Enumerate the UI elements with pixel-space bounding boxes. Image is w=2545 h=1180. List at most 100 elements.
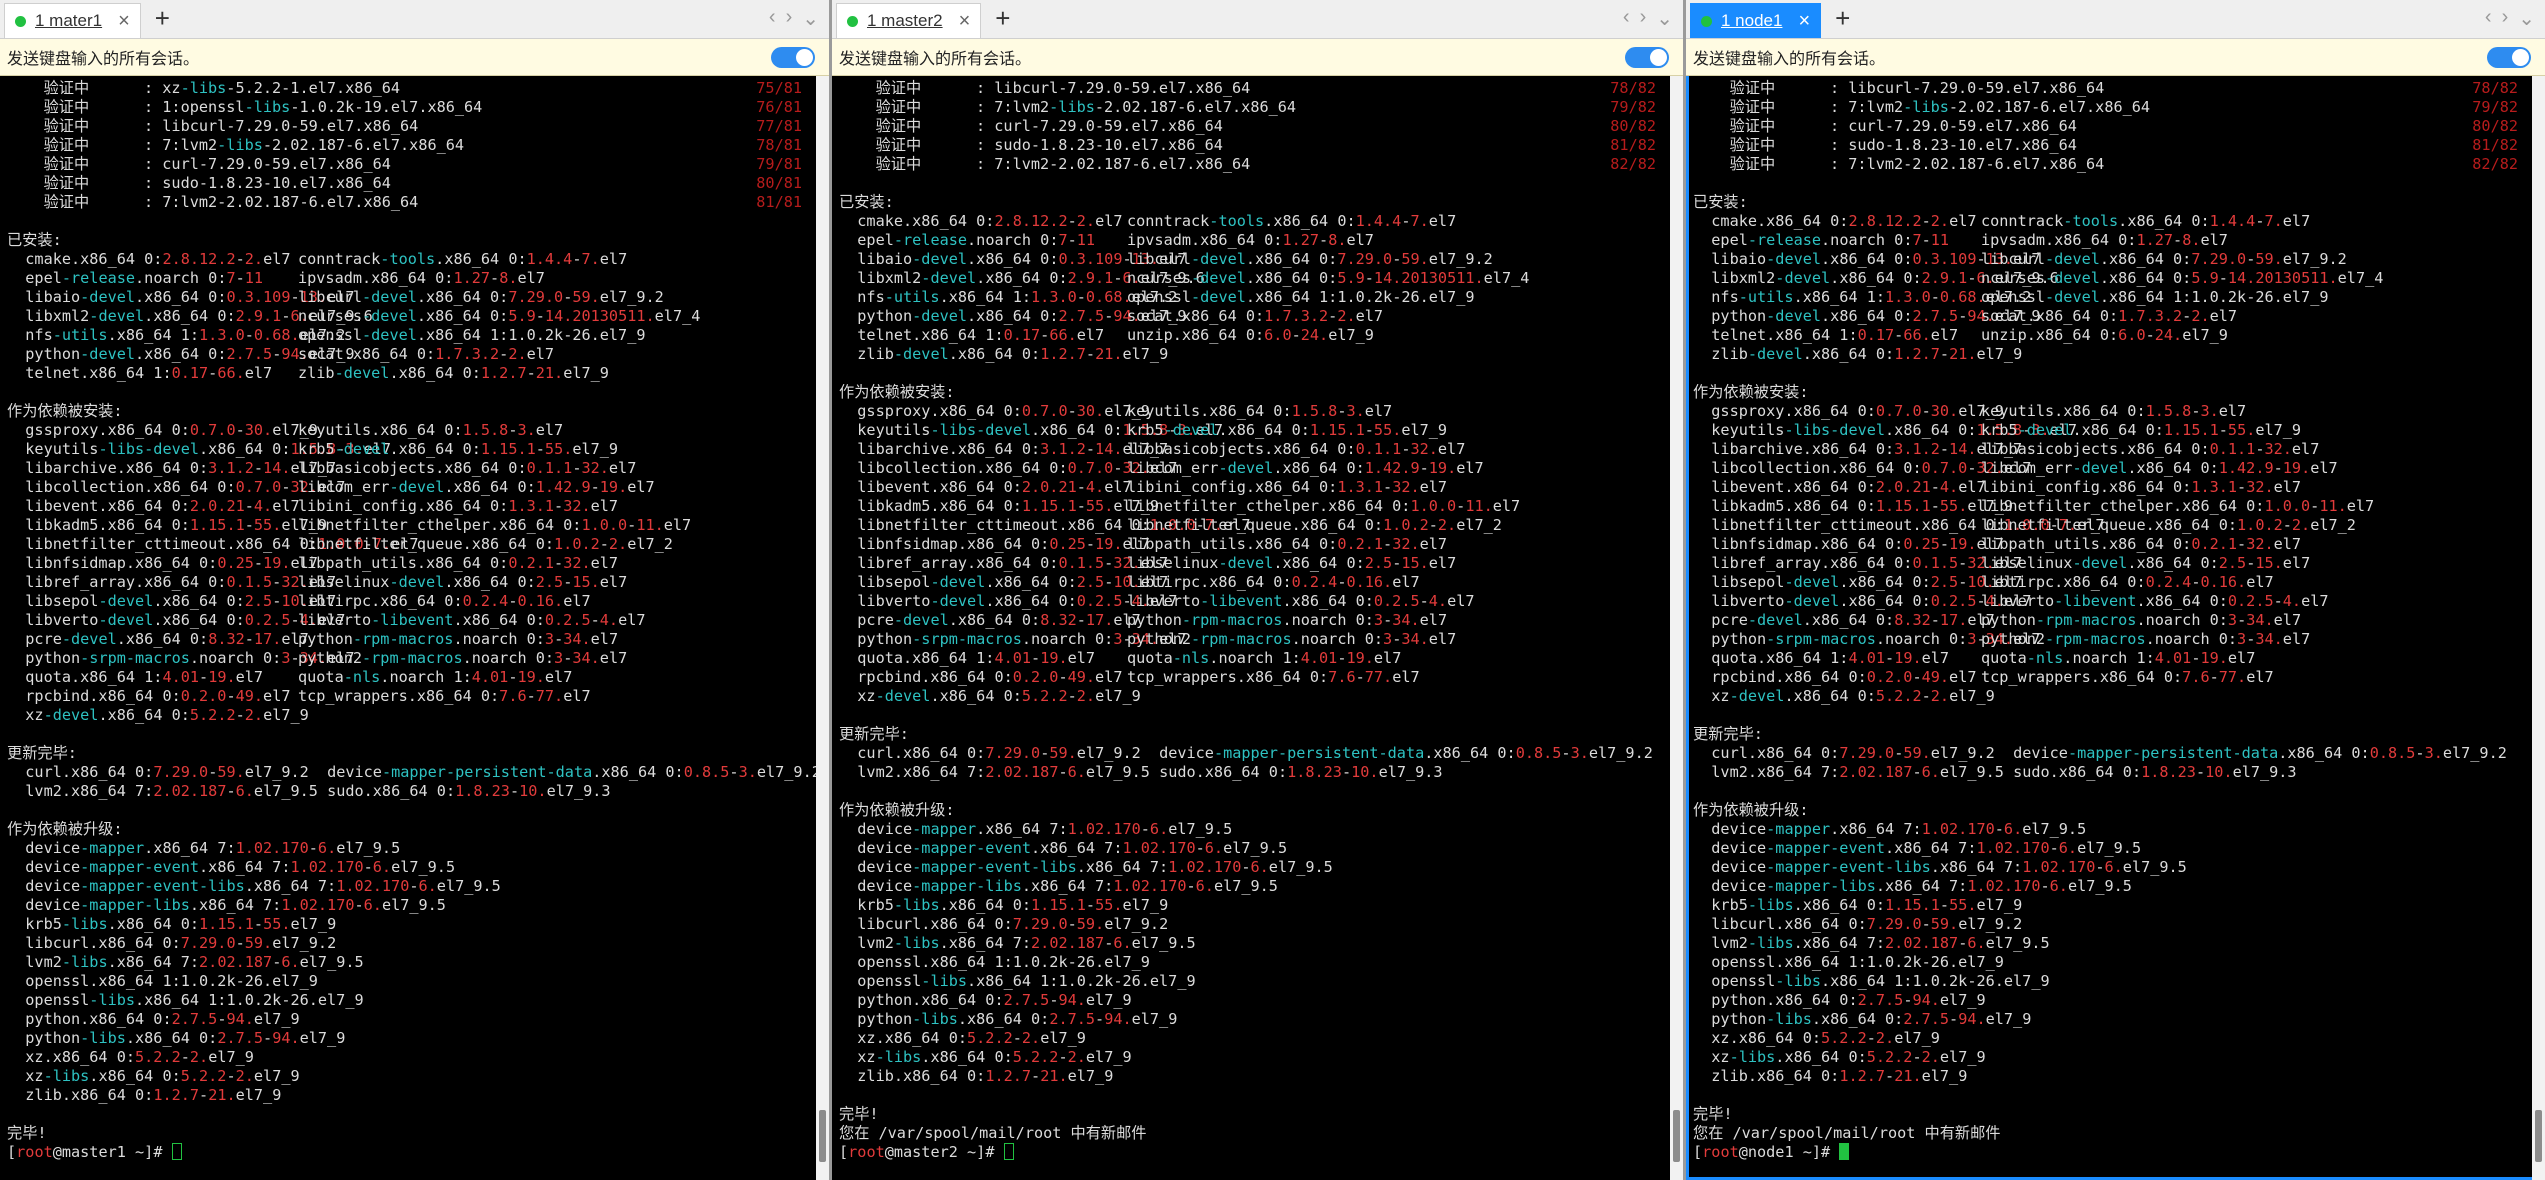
shell-prompt[interactable]: [root@master2 ~]# bbox=[839, 1143, 1683, 1162]
chevron-right-icon[interactable]: › bbox=[1640, 6, 1647, 31]
terminal-line: 完毕! bbox=[1693, 1105, 1733, 1123]
new-tab-icon[interactable]: + bbox=[155, 3, 170, 34]
terminal-line: xz-devel.x86_64 0:5.2.2-2.el7_9 bbox=[1693, 687, 1995, 705]
send-to-all-bar: 发送键盘输入的所有会话。 bbox=[832, 39, 1683, 76]
terminal-line: 已安装: bbox=[7, 231, 62, 249]
terminal-line: zlib-devel.x86_64 0:1.2.7-21.el7_9 bbox=[1693, 345, 2023, 363]
send-to-all-toggle[interactable] bbox=[771, 47, 815, 68]
tab-label[interactable]: 1 node1 bbox=[1721, 11, 1782, 31]
terminal-line: epel-release.noarch 0:7-11 ipvsadm.x86_64… bbox=[7, 269, 545, 287]
terminal-line: python-srpm-macros.noarch 0:3-34.el7 pyth… bbox=[1693, 630, 2311, 648]
chevron-right-icon[interactable]: › bbox=[2502, 6, 2509, 31]
terminal-line: libsepol-devel.x86_64 0:2.5-10.el7 libtir… bbox=[839, 573, 1420, 591]
new-tab-icon[interactable]: + bbox=[995, 3, 1010, 34]
terminal-line: libxml2-devel.x86_64 0:2.9.1-6.el7_9.6 nc… bbox=[7, 307, 701, 325]
terminal-pane-node1[interactable]: 1 node1 × + ‹ › ⌄ 发送键盘输入的所有会话。 验证中 : lib… bbox=[1686, 0, 2545, 1180]
terminal-line: python-libs.x86_64 0:2.7.5-94.el7_9 bbox=[7, 1029, 346, 1047]
terminal-line: device-mapper.x86_64 7:1.02.170-6.el7_9.… bbox=[7, 839, 401, 857]
status-dot-icon bbox=[847, 15, 858, 27]
prompt-bracket: [ bbox=[839, 1143, 849, 1161]
terminal-line: xz-libs.x86_64 0:5.2.2-2.el7_9 bbox=[1693, 1048, 1986, 1066]
shell-prompt[interactable]: [root@node1 ~]# bbox=[1693, 1143, 2545, 1162]
terminal-line: device-mapper-event-libs.x86_64 7:1.02.1… bbox=[839, 858, 1333, 876]
terminal-line: 验证中 : 1:openssl-libs-1.0.2k-19.el7.x86_6… bbox=[7, 98, 802, 116]
terminal-line: device-mapper.x86_64 7:1.02.170-6.el7_9.… bbox=[839, 820, 1233, 838]
terminal-line: libnetfilter_cttimeout.x86_64 0:1.0.0-7.… bbox=[839, 516, 1502, 534]
new-tab-icon[interactable]: + bbox=[1835, 3, 1850, 34]
terminal-pane-master2[interactable]: 1 master2 × + ‹ › ⌄ 发送键盘输入的所有会话。 验证中 : l… bbox=[832, 0, 1686, 1180]
tab-label[interactable]: 1 master2 bbox=[867, 11, 943, 31]
tab-nav: ‹ › ⌄ bbox=[2485, 6, 2535, 31]
terminal-line: rpcbind.x86_64 0:0.2.0-49.el7 tcp_wrapper… bbox=[1693, 668, 2274, 686]
scrollbar-thumb[interactable] bbox=[819, 1110, 826, 1162]
terminal-line: libverto-devel.x86_64 0:0.2.5-4.el7 libve… bbox=[839, 592, 1475, 610]
prompt-host: @master1 ~]# bbox=[52, 1143, 163, 1161]
terminal-line: 验证中 : 7:lvm2-libs-2.02.187-6.el7.x86_64 7… bbox=[839, 98, 1656, 116]
tab-session[interactable]: 1 master2 × bbox=[836, 3, 982, 38]
terminal-output[interactable]: 验证中 : libcurl-7.29.0-59.el7.x86_64 78/82 … bbox=[1686, 76, 2545, 1162]
terminal-line: gssproxy.x86_64 0:0.7.0-30.el7_9 keyutils… bbox=[1693, 402, 2247, 420]
prompt-host: @node1 ~]# bbox=[1738, 1143, 1831, 1161]
close-icon[interactable]: × bbox=[1798, 10, 1810, 33]
terminal-line: python-srpm-macros.noarch 0:3-34.el7 pyth… bbox=[7, 649, 628, 667]
chevron-left-icon[interactable]: ‹ bbox=[1623, 6, 1630, 31]
terminal-line: libcurl.x86_64 0:7.29.0-59.el7_9.2 bbox=[1693, 915, 2023, 933]
prompt-host: @master2 ~]# bbox=[884, 1143, 995, 1161]
terminal-line: libnfsidmap.x86_64 0:0.25-19.el7 libpath_… bbox=[7, 554, 619, 572]
send-to-all-toggle[interactable] bbox=[2487, 47, 2531, 68]
terminal-line: libsepol-devel.x86_64 0:2.5-10.el7 libtir… bbox=[7, 592, 591, 610]
terminal-line: keyutils-libs-devel.x86_64 0:1.5.8-3.el7… bbox=[1693, 421, 2302, 439]
tab-bar: 1 master2 × + ‹ › ⌄ bbox=[832, 0, 1683, 39]
terminal-line: 验证中 : xz-libs-5.2.2-1.el7.x86_64 75/81 bbox=[7, 79, 802, 97]
tab-session[interactable]: 1 node1 × bbox=[1690, 3, 1822, 38]
scrollbar[interactable] bbox=[816, 76, 829, 1180]
terminal-line: device-mapper-libs.x86_64 7:1.02.170-6.e… bbox=[839, 877, 1278, 895]
close-icon[interactable]: × bbox=[118, 10, 130, 33]
send-to-all-bar: 发送键盘输入的所有会话。 bbox=[1686, 39, 2545, 76]
terminal-line: libcollection.x86_64 0:0.7.0-32.el7 libco… bbox=[1693, 459, 2338, 477]
terminal-line: curl.x86_64 0:7.29.0-59.el7_9.2 device-m… bbox=[839, 744, 1653, 762]
terminal-line: python-devel.x86_64 0:2.7.5-94.el7_9 soca… bbox=[839, 307, 1384, 325]
chevron-down-icon[interactable]: ⌄ bbox=[1656, 6, 1673, 31]
terminal-line: nfs-utils.x86_64 1:1.3.0-0.68.el7.2 opens… bbox=[7, 326, 646, 344]
chevron-right-icon[interactable]: › bbox=[786, 6, 793, 31]
terminal-line: device-mapper-event.x86_64 7:1.02.170-6.… bbox=[1693, 839, 2142, 857]
chevron-left-icon[interactable]: ‹ bbox=[769, 6, 776, 31]
terminal-line: openssl-libs.x86_64 1:1.0.2k-26.el7_9 bbox=[839, 972, 1196, 990]
terminal-line: 验证中 : 7:lvm2-libs-2.02.187-6.el7.x86_64 7… bbox=[7, 136, 802, 154]
tab-label[interactable]: 1 mater1 bbox=[35, 11, 102, 31]
terminal-line: telnet.x86_64 1:0.17-66.el7 unzip.x86_64 … bbox=[1693, 326, 2228, 344]
terminal-line: 更新完毕: bbox=[1693, 725, 1763, 743]
terminal-line: 作为依赖被升级: bbox=[7, 820, 123, 838]
chevron-down-icon[interactable]: ⌄ bbox=[802, 6, 819, 31]
scrollbar-thumb[interactable] bbox=[1673, 1110, 1680, 1162]
terminal-output[interactable]: 验证中 : xz-libs-5.2.2-1.el7.x86_64 75/81 验证… bbox=[0, 76, 829, 1162]
tab-bar: 1 node1 × + ‹ › ⌄ bbox=[1686, 0, 2545, 39]
terminal-line: device-mapper-event-libs.x86_64 7:1.02.1… bbox=[1693, 858, 2187, 876]
terminal-output[interactable]: 验证中 : libcurl-7.29.0-59.el7.x86_64 78/82 … bbox=[832, 76, 1683, 1162]
scrollbar[interactable] bbox=[1670, 76, 1683, 1180]
terminal-line: 更新完毕: bbox=[7, 744, 77, 762]
tab-nav: ‹ › ⌄ bbox=[1623, 6, 1673, 31]
terminal-line: libarchive.x86_64 0:3.1.2-14.el7_7 libbas… bbox=[7, 459, 637, 477]
close-icon[interactable]: × bbox=[959, 10, 971, 33]
terminal-line: 验证中 : curl-7.29.0-59.el7.x86_64 80/82 bbox=[839, 117, 1656, 135]
chevron-down-icon[interactable]: ⌄ bbox=[2518, 6, 2535, 31]
terminal-pane-master1[interactable]: 1 mater1 × + ‹ › ⌄ 发送键盘输入的所有会话。 验证中 : xz… bbox=[0, 0, 832, 1180]
scrollbar-thumb[interactable] bbox=[2535, 1110, 2542, 1162]
terminal-line: telnet.x86_64 1:0.17-66.el7 unzip.x86_64 … bbox=[839, 326, 1374, 344]
terminal-line: 作为依赖被安装: bbox=[839, 383, 955, 401]
terminal-line: krb5-libs.x86_64 0:1.15.1-55.el7_9 bbox=[1693, 896, 2023, 914]
tab-session[interactable]: 1 mater1 × bbox=[4, 3, 141, 38]
chevron-left-icon[interactable]: ‹ bbox=[2485, 6, 2492, 31]
terminal-line: lvm2-libs.x86_64 7:2.02.187-6.el7_9.5 bbox=[1693, 934, 2050, 952]
scrollbar[interactable] bbox=[2532, 76, 2545, 1180]
shell-prompt[interactable]: [root@master1 ~]# bbox=[7, 1143, 829, 1162]
status-dot-icon bbox=[15, 15, 26, 27]
send-to-all-toggle[interactable] bbox=[1625, 47, 1669, 68]
